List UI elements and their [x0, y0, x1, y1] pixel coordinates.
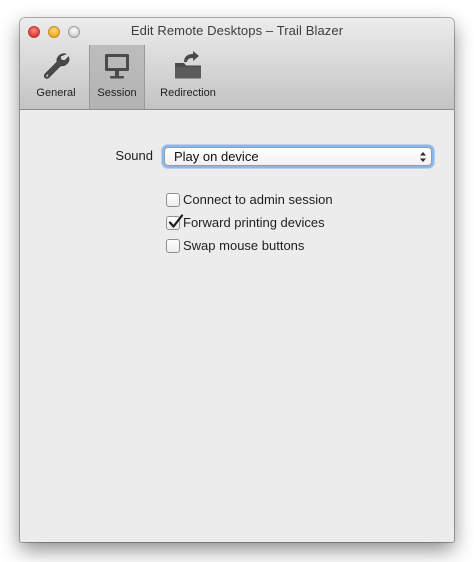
sound-popup-value: Play on device: [174, 149, 259, 164]
wrench-icon: [43, 53, 70, 79]
admin-session-label: Connect to admin session: [183, 192, 333, 207]
folder-redirect-icon: [175, 51, 201, 79]
sound-label: Sound: [115, 148, 153, 163]
forward-printing-label: Forward printing devices: [183, 215, 325, 230]
updown-arrows-icon: [420, 152, 426, 162]
tab-redirection-label: Redirection: [160, 87, 216, 99]
window-title: Edit Remote Desktops – Trail Blazer: [130, 23, 344, 38]
tab-session-label: Session: [97, 87, 137, 99]
forward-printing-checkbox[interactable]: [166, 214, 184, 230]
swap-mouse-label: Swap mouse buttons: [183, 238, 305, 253]
sound-popup[interactable]: Play on device: [164, 147, 432, 166]
tab-session[interactable]: Session: [89, 45, 145, 109]
tab-general[interactable]: General: [29, 45, 83, 109]
swap-mouse-checkbox[interactable]: [166, 239, 180, 253]
title-and-toolbar: Edit Remote Desktops – Trail Blazer Gene…: [20, 18, 454, 110]
edit-remote-desktops-window: Edit Remote Desktops – Trail Blazer Gene…: [20, 18, 454, 542]
monitor-icon: [105, 54, 129, 79]
checkmark-icon: [168, 214, 184, 228]
session-pane: Sound Play on device Connect to admin se…: [20, 110, 454, 542]
tab-general-label: General: [36, 87, 76, 99]
tab-redirection[interactable]: Redirection: [151, 45, 225, 109]
admin-session-checkbox[interactable]: [166, 193, 180, 207]
